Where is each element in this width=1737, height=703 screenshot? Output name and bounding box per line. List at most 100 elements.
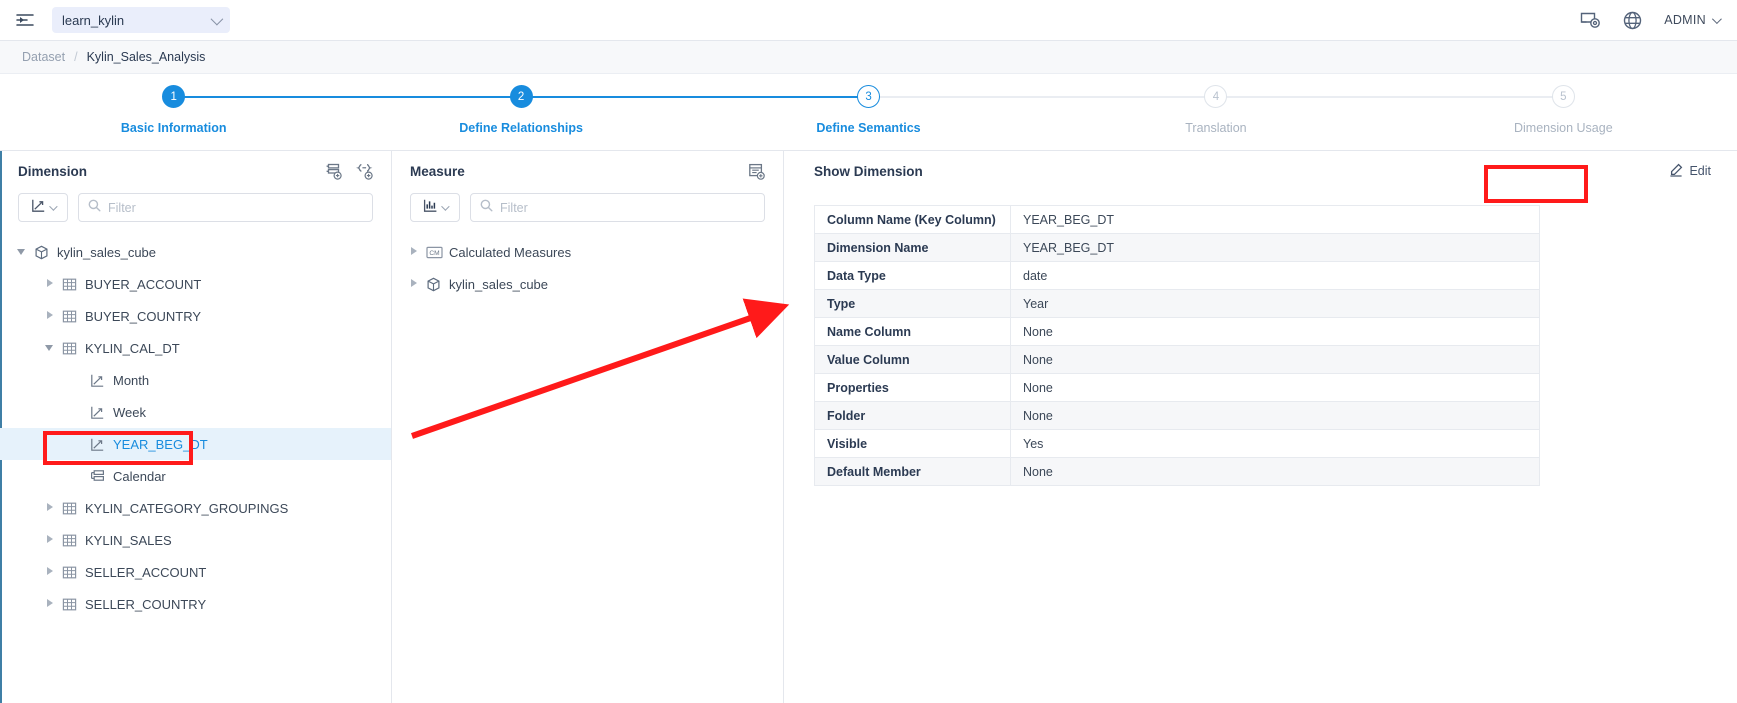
wizard-stepper: 1Basic Information2Define Relationships3… [0, 74, 1737, 151]
table-icon [62, 597, 79, 612]
breadcrumb-parent[interactable]: Dataset [22, 50, 65, 64]
chevron-right-icon[interactable] [46, 599, 56, 609]
dimension-panel: Dimension [0, 151, 392, 703]
tree-node[interactable]: Week [0, 396, 391, 428]
stepper-label-4: Translation [1185, 121, 1246, 135]
tree-node-label: KYLIN_CAL_DT [85, 341, 180, 356]
tree-node-label: kylin_sales_cube [57, 245, 156, 260]
detail-row-key: Data Type [815, 262, 1011, 290]
tree-node-label: Week [113, 405, 146, 420]
breadcrumb-separator: / [74, 50, 77, 64]
measure-filter-input-wrap[interactable] [470, 193, 765, 222]
tree-node-label: kylin_sales_cube [449, 277, 548, 292]
tree-node[interactable]: BUYER_COUNTRY [0, 300, 391, 332]
stepper-bullet-4[interactable]: 4 [1204, 85, 1227, 108]
dimension-filter-input-wrap[interactable] [78, 193, 373, 222]
tree-node-label: Calendar [113, 469, 166, 484]
table-icon [62, 565, 79, 580]
monitor-settings-icon[interactable] [1580, 11, 1601, 29]
chevron-right-icon[interactable] [46, 535, 56, 545]
detail-row: Name ColumnNone [815, 318, 1540, 346]
main-content: Dimension [0, 151, 1737, 703]
stepper-step-2[interactable]: 2Define Relationships [347, 85, 694, 150]
table-icon [62, 341, 79, 356]
detail-row-key: Default Member [815, 458, 1011, 486]
dimension-detail-table: Column Name (Key Column)YEAR_BEG_DTDimen… [814, 205, 1540, 486]
tree-node[interactable]: kylin_sales_cube [0, 236, 391, 268]
dimension-type-select[interactable] [18, 193, 68, 222]
chevron-right-icon[interactable] [46, 311, 56, 321]
chevron-right-icon[interactable] [46, 279, 56, 289]
detail-row-key: Folder [815, 402, 1011, 430]
detail-panel-header: Show Dimension Edit [784, 151, 1737, 191]
detail-row: Data Typedate [815, 262, 1540, 290]
tree-node[interactable]: CMCalculated Measures [392, 236, 783, 268]
tree-node[interactable]: Calendar [0, 460, 391, 492]
stepper-connector-right [174, 96, 348, 98]
project-selector[interactable]: learn_kylin [52, 7, 230, 33]
stepper-step-4[interactable]: 4 Translation [1042, 85, 1389, 150]
stepper-connector-right [521, 96, 695, 98]
detail-row-value: None [1011, 374, 1540, 402]
project-selector-value: learn_kylin [62, 13, 211, 28]
tree-node-label: YEAR_BEG_DT [113, 437, 208, 452]
dimension-panel-header: Dimension [0, 151, 391, 191]
stepper-bullet-2[interactable]: 2 [510, 85, 533, 108]
detail-panel-title: Show Dimension [814, 164, 923, 179]
tree-node[interactable]: KYLIN_SALES [0, 524, 391, 556]
top-bar: learn_kylin ADMIN [0, 0, 1737, 41]
tree-node[interactable]: YEAR_BEG_DT [0, 428, 391, 460]
tree-node[interactable]: BUYER_ACCOUNT [0, 268, 391, 300]
add-named-set-icon[interactable] [356, 163, 373, 180]
collapse-sidebar-icon[interactable] [14, 9, 36, 31]
tree-node[interactable]: KYLIN_CAL_DT [0, 332, 391, 364]
chevron-down-icon [1712, 14, 1722, 24]
stepper-connector-left [695, 96, 869, 98]
tree-node[interactable]: Month [0, 364, 391, 396]
stepper-bullet-1[interactable]: 1 [162, 85, 185, 108]
add-hierarchy-icon[interactable] [325, 163, 342, 180]
no-expand-spacer [74, 375, 84, 385]
stepper-bullet-3[interactable]: 3 [857, 85, 880, 108]
stepper-bullet-5[interactable]: 5 [1552, 85, 1575, 108]
measure-tree: CMCalculated Measures kylin_sales_cube [392, 236, 783, 703]
trend-line-icon [31, 198, 46, 218]
measure-panel: Measure [392, 151, 784, 703]
detail-row-value: Year [1011, 290, 1540, 318]
table-icon [62, 501, 79, 516]
detail-row: TypeYear [815, 290, 1540, 318]
measure-panel-header: Measure [392, 151, 783, 191]
chevron-down-icon[interactable] [46, 343, 56, 353]
detail-row-value: Yes [1011, 430, 1540, 458]
breadcrumb: Dataset / Kylin_Sales_Analysis [0, 41, 1737, 74]
tree-node[interactable]: kylin_sales_cube [392, 268, 783, 300]
globe-language-icon[interactable] [1623, 11, 1642, 30]
measure-filter-input[interactable] [500, 201, 755, 215]
stepper-step-5[interactable]: 5Dimension Usage [1390, 85, 1737, 150]
chevron-down-icon [211, 12, 224, 25]
tree-node[interactable]: SELLER_ACCOUNT [0, 556, 391, 588]
cm-badge-icon: CM [426, 246, 443, 259]
detail-row-value: None [1011, 402, 1540, 430]
detail-row-value: YEAR_BEG_DT [1011, 206, 1540, 234]
edit-button[interactable]: Edit [1661, 159, 1719, 184]
tree-node[interactable]: KYLIN_CATEGORY_GROUPINGS [0, 492, 391, 524]
detail-row-key: Column Name (Key Column) [815, 206, 1011, 234]
tree-node-label: SELLER_ACCOUNT [85, 565, 206, 580]
chevron-right-icon[interactable] [46, 567, 56, 577]
measure-type-select[interactable] [410, 193, 460, 222]
bar-chart-icon [423, 198, 438, 218]
stepper-step-1[interactable]: 1Basic Information [0, 85, 347, 150]
detail-row-key: Dimension Name [815, 234, 1011, 262]
tree-node[interactable]: SELLER_COUNTRY [0, 588, 391, 620]
chevron-down-icon[interactable] [18, 247, 28, 257]
chevron-right-icon[interactable] [410, 279, 420, 289]
chevron-right-icon[interactable] [46, 503, 56, 513]
chevron-right-icon[interactable] [410, 247, 420, 257]
hierarchy-icon [90, 469, 107, 484]
stepper-step-3[interactable]: 3Define Semantics [695, 85, 1042, 150]
table-icon [62, 309, 79, 324]
user-menu[interactable]: ADMIN [1664, 13, 1719, 27]
add-calculated-measure-icon[interactable] [748, 163, 765, 180]
dimension-filter-input[interactable] [108, 201, 363, 215]
